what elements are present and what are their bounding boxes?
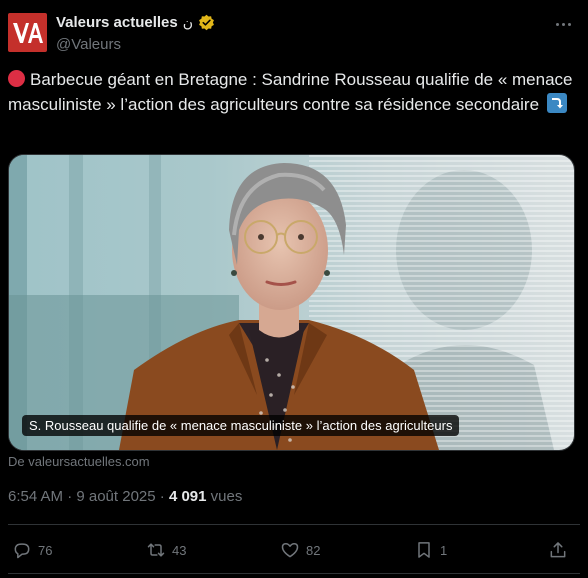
reply-icon (14, 543, 30, 559)
share-button[interactable] (548, 534, 568, 566)
article-photo (9, 155, 574, 450)
tweet-text: Barbecue géant en Bretagne : Sandrine Ro… (8, 68, 573, 117)
tweet-meta: 6:54 AM · 9 août 2025 · 4 091 vues (8, 488, 242, 505)
author-name-suffix: ن (182, 14, 194, 30)
repost-button[interactable]: 43 (146, 534, 186, 566)
repost-count: 43 (172, 542, 187, 558)
share-icon (550, 542, 566, 558)
divider (8, 524, 580, 525)
bookmark-count: 1 (440, 542, 448, 558)
divider (8, 573, 580, 574)
valeurs-actuelles-logo (12, 22, 43, 43)
bookmark-icon (418, 542, 430, 558)
more-icon[interactable] (552, 14, 574, 34)
repost-icon (147, 543, 165, 557)
bookmark-button[interactable]: 1 (414, 534, 447, 566)
link-source[interactable]: De valeursactuelles.com (8, 454, 150, 469)
like-count: 82 (306, 542, 321, 558)
tweet-body: Barbecue géant en Bretagne : Sandrine Ro… (8, 70, 573, 114)
like-button[interactable]: 82 (280, 534, 320, 566)
verified-gold-badge-icon (199, 14, 214, 31)
author-name[interactable]: Valeurs actuelles (56, 14, 178, 31)
views-label: vues (206, 488, 243, 505)
author-name-row: Valeurs actuelles ن (56, 14, 215, 31)
media-card[interactable]: S. Rousseau qualifie de « menace masculi… (8, 154, 575, 451)
red-circle-emoji (8, 70, 25, 87)
heart-icon (281, 543, 299, 558)
reply-button[interactable]: 76 (12, 534, 52, 566)
author-handle[interactable]: @Valeurs (56, 36, 121, 53)
tweet-timestamp[interactable]: 6:54 AM · 9 août 2025 · (8, 488, 169, 505)
avatar[interactable] (8, 13, 47, 52)
reply-count: 76 (38, 542, 53, 558)
views-count: 4 091 (168, 488, 207, 505)
right-arrow-curving-down-emoji (547, 92, 568, 113)
media-caption: S. Rousseau qualifie de « menace masculi… (22, 415, 460, 436)
action-bar: 76 43 82 1 (0, 534, 588, 566)
